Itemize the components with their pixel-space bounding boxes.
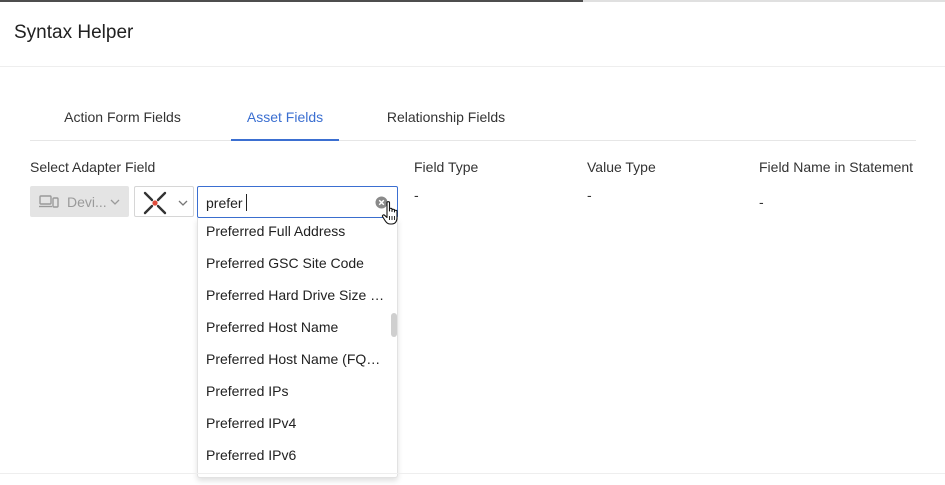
chevron-down-icon bbox=[110, 199, 120, 205]
dropdown-scrollbar-thumb[interactable] bbox=[391, 313, 397, 337]
device-icon bbox=[39, 195, 59, 208]
dropdown-option[interactable]: Preferred IPs bbox=[198, 380, 388, 412]
dropdown-option[interactable]: Preferred IPv6 bbox=[198, 444, 388, 476]
footer-divider bbox=[0, 473, 945, 474]
dialog-header: Syntax Helper bbox=[0, 2, 945, 67]
field-type-label: Field Type bbox=[414, 159, 479, 175]
dropdown-option[interactable]: Preferred GSC Site Code bbox=[198, 252, 388, 284]
dropdown-option[interactable]: Preferred Host Name (FQD… bbox=[198, 348, 388, 380]
adapter-select[interactable] bbox=[134, 186, 194, 217]
tab-asset-fields[interactable]: Asset Fields bbox=[231, 96, 339, 141]
hand-pointer-cursor-icon bbox=[381, 201, 398, 225]
dropdown-option[interactable]: Preferred Host Name bbox=[198, 316, 388, 348]
value-type-value: - bbox=[587, 187, 592, 203]
select-adapter-field-label: Select Adapter Field bbox=[30, 159, 156, 175]
value-type-label: Value Type bbox=[587, 159, 656, 175]
field-name-in-statement-value: - bbox=[759, 194, 764, 210]
field-name-in-statement-label: Field Name in Statement bbox=[759, 159, 914, 175]
tab-bar: Action Form Fields Asset Fields Relation… bbox=[30, 96, 916, 141]
dropdown-option[interactable]: Preferred IPv4 bbox=[198, 412, 388, 444]
field-search-box[interactable] bbox=[197, 186, 398, 218]
field-suggestions-dropdown[interactable]: Preferred Full Address Preferred GSC Sit… bbox=[197, 218, 398, 478]
entity-type-select[interactable]: Devi... bbox=[30, 186, 129, 217]
chevron-down-icon bbox=[178, 200, 188, 206]
dropdown-option[interactable]: Preferred Full Address bbox=[198, 220, 388, 252]
entity-type-select-label: Devi... bbox=[67, 194, 107, 210]
dropdown-option[interactable]: Preferred Hard Drive Size (… bbox=[198, 284, 388, 316]
field-search-input[interactable] bbox=[206, 193, 366, 213]
tab-relationship-fields[interactable]: Relationship Fields bbox=[371, 96, 521, 141]
field-type-value: - bbox=[414, 187, 419, 203]
tab-action-form-fields[interactable]: Action Form Fields bbox=[50, 96, 195, 141]
active-tab-indicator bbox=[231, 139, 339, 141]
adapter-logo-icon bbox=[143, 191, 167, 215]
dialog-title: Syntax Helper bbox=[14, 22, 134, 43]
text-caret bbox=[246, 194, 247, 211]
